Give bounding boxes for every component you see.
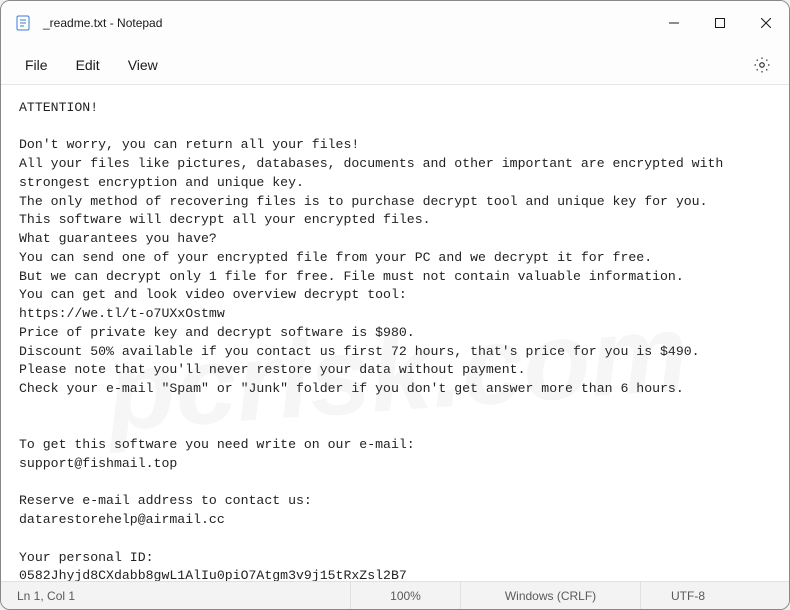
status-zoom[interactable]: 100% [351,582,461,609]
notepad-window: _readme.txt - Notepad File Edit View ATT… [0,0,790,610]
window-title: _readme.txt - Notepad [43,16,162,30]
maximize-button[interactable] [697,1,743,45]
statusbar: Ln 1, Col 1 100% Windows (CRLF) UTF-8 [1,581,789,609]
titlebar: _readme.txt - Notepad [1,1,789,45]
minimize-button[interactable] [651,1,697,45]
menu-edit[interactable]: Edit [62,51,114,79]
settings-button[interactable] [745,48,779,82]
window-controls [651,1,789,45]
document-text: ATTENTION! Don't worry, you can return a… [19,100,731,581]
status-position: Ln 1, Col 1 [1,582,351,609]
menu-view[interactable]: View [114,51,172,79]
close-button[interactable] [743,1,789,45]
status-line-ending: Windows (CRLF) [461,582,641,609]
status-encoding: UTF-8 [641,582,789,609]
menu-file[interactable]: File [11,51,62,79]
notepad-app-icon [15,15,31,31]
text-area[interactable]: ATTENTION! Don't worry, you can return a… [1,85,789,581]
menubar: File Edit View [1,45,789,85]
